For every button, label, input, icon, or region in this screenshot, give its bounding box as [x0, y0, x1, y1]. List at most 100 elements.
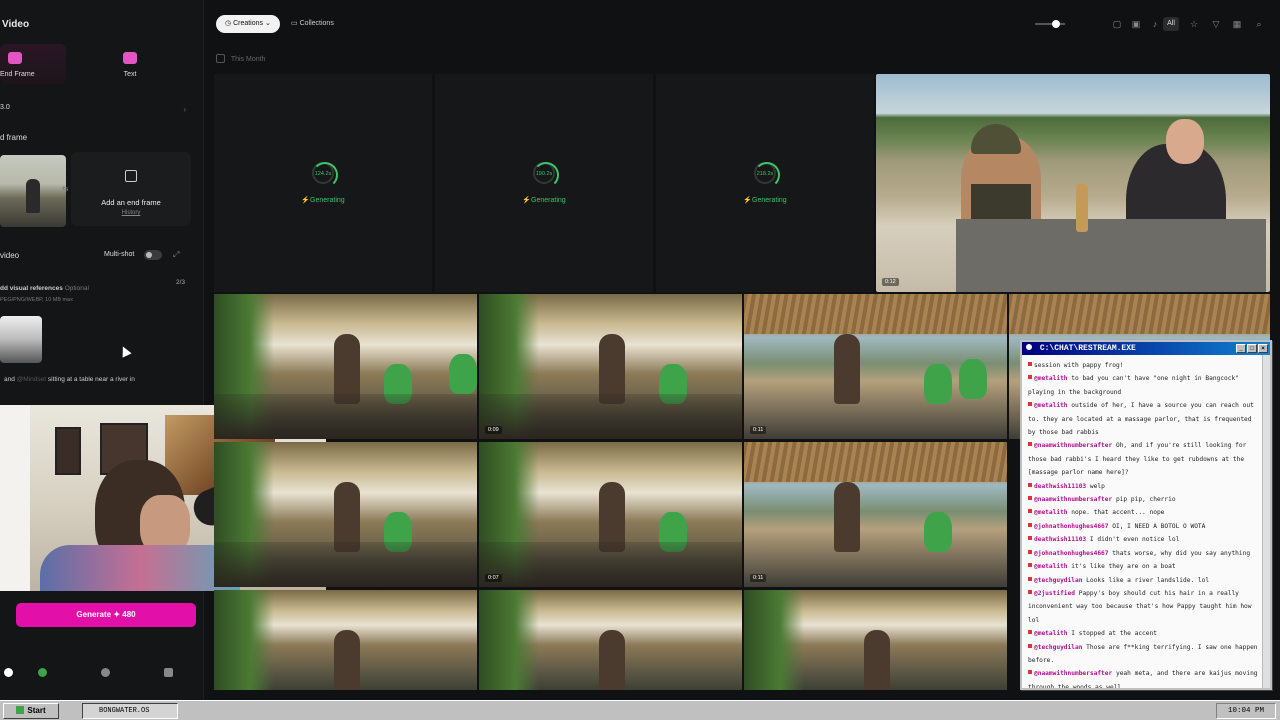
door — [0, 405, 30, 591]
suited-man-head — [1166, 119, 1204, 164]
generate-button[interactable]: Generate ✦ 480 — [16, 603, 196, 627]
elapsed-time: 124.2s — [314, 171, 332, 177]
video-card-hero[interactable]: 0:12 — [876, 74, 1270, 292]
badge-icon — [1028, 563, 1032, 568]
add-end-frame-button[interactable]: Add an end frame History — [71, 152, 191, 226]
video-tile[interactable] — [214, 590, 477, 690]
video-tile[interactable]: 0:09 — [479, 294, 742, 439]
chat-text: I stopped at the accent — [1071, 630, 1157, 638]
badge-icon — [1028, 522, 1032, 527]
image-filter-icon[interactable]: ▢ — [1110, 17, 1124, 31]
chat-message: @metalith nope. that accent... nope — [1028, 506, 1258, 519]
chat-username: @metalith — [1034, 375, 1068, 383]
generating-card[interactable]: 190.2s ⚡Generating — [435, 74, 653, 292]
optional-tag: Optional — [64, 285, 89, 292]
video-filter-icon[interactable]: ▣ — [1129, 17, 1143, 31]
star-icon[interactable]: ☆ — [1187, 17, 1201, 31]
chat-message: deathwish11103 welp — [1028, 480, 1258, 493]
taskbar-item[interactable]: BONGWATER.OS — [82, 703, 178, 719]
taskbar: Start BONGWATER.OS 10:04 PM — [0, 700, 1280, 720]
chat-message: @metalith to bad you can't have "one nig… — [1028, 372, 1258, 399]
folder-icon: ▭ — [291, 20, 298, 27]
start-frame-thumbnail[interactable] — [0, 155, 66, 227]
chat-title-bar[interactable]: C:\CHAT\RESTREAM.EXE _ □ × — [1022, 342, 1270, 355]
start-button[interactable]: Start — [3, 703, 59, 719]
tab-end-frame[interactable]: End Frame — [0, 44, 66, 84]
month-group[interactable]: This Month — [216, 54, 265, 63]
dock-dot[interactable] — [4, 668, 13, 677]
video-tile[interactable]: 0:11 — [744, 294, 1007, 439]
search-icon[interactable]: ⌕ — [1252, 17, 1266, 31]
chat-username: @metalith — [1034, 630, 1068, 638]
chat-username: @naamwithnumbersafter — [1034, 670, 1113, 678]
dock-dot[interactable] — [164, 668, 173, 677]
thatched-roof — [1009, 294, 1270, 334]
generating-card[interactable]: 124.2s ⚡Generating — [214, 74, 432, 292]
status-text: Generating — [752, 197, 787, 204]
duration-badge: 0:07 — [485, 574, 502, 582]
top-bar: ◷ Creations ⌄ ▭ Collections ▢ ▣ ♪ All ☆ … — [205, 0, 1280, 48]
filter-icon[interactable]: ▽ — [1209, 17, 1223, 31]
audio-filter-icon[interactable]: ♪ — [1148, 17, 1162, 31]
filter-all[interactable]: All — [1163, 17, 1179, 31]
chat-message: @techguydilan Looks like a river landsli… — [1028, 574, 1258, 587]
badge-icon — [1028, 670, 1032, 675]
elapsed-time: 190.2s — [535, 171, 553, 177]
text-icon — [123, 52, 137, 64]
zoom-slider[interactable] — [1035, 20, 1065, 28]
chat-username: deathwish11103 — [1034, 536, 1087, 544]
badge-icon — [1028, 509, 1032, 514]
chat-username: @naamwithnumbersafter — [1034, 442, 1113, 450]
status-text: Generating — [531, 197, 566, 204]
chat-text: welp — [1089, 482, 1105, 490]
end-frame-section-label: d frame — [0, 133, 28, 142]
creations-label: Creations — [233, 20, 264, 27]
chat-text: nope. that accent... nope — [1071, 509, 1165, 517]
grid-icon[interactable]: ▦ — [1230, 17, 1244, 31]
chat-message: @techguydilan Those are f**king terrifyi… — [1028, 641, 1258, 668]
refs-format-hint: PEG/PNG/WEBP, 10 MB max — [0, 297, 73, 303]
chat-text: it's like they are on a boat — [1071, 563, 1176, 571]
chat-message: @naamwithnumbersafter Oh, and if you're … — [1028, 439, 1258, 479]
creations-tab[interactable]: ◷ Creations ⌄ — [216, 15, 280, 33]
chat-username: @2justified — [1034, 589, 1075, 597]
generating-card[interactable]: 218.2s ⚡Generating — [656, 74, 874, 292]
video-tile[interactable] — [744, 590, 1007, 690]
badge-icon — [1028, 630, 1032, 635]
generating-status: ⚡Generating — [435, 196, 653, 204]
close-button[interactable]: × — [1258, 344, 1268, 353]
history-link[interactable]: History — [71, 210, 191, 216]
minimize-button[interactable]: _ — [1236, 344, 1246, 353]
maximize-button[interactable]: □ — [1247, 344, 1257, 353]
left-panel: Video End Frame Text 3.0 › d frame ⇆ Add… — [0, 0, 204, 700]
select-month-checkbox[interactable] — [216, 54, 225, 63]
slider-knob[interactable] — [1052, 20, 1060, 28]
person-figure — [26, 179, 40, 213]
chat-message: @metalith outside of her, I have a sourc… — [1028, 399, 1258, 439]
video-tile[interactable] — [214, 442, 477, 587]
duration-badge: 0:09 — [485, 426, 502, 434]
multishot-toggle[interactable] — [144, 250, 162, 260]
collections-tab[interactable]: ▭ Collections — [282, 15, 343, 33]
video-tile[interactable]: 0:11 — [744, 442, 1007, 587]
expand-icon[interactable]: ⤢ — [173, 250, 179, 260]
tab-text[interactable]: Text — [97, 44, 163, 84]
video-tile[interactable]: 0:07 — [479, 442, 742, 587]
plants — [744, 590, 804, 690]
reference-thumbnail[interactable] — [0, 316, 42, 363]
swap-icon[interactable]: ⇆ — [62, 184, 69, 193]
chat-text: session with pappy frog! — [1034, 362, 1124, 369]
video-tile[interactable] — [214, 294, 477, 439]
chat-username: @metalith — [1034, 509, 1068, 517]
frog-costume — [924, 364, 952, 404]
chat-message: @naamwithnumbersafter yeah meta, and the… — [1028, 667, 1258, 688]
video-tile[interactable] — [479, 590, 742, 690]
chat-scrollbar[interactable] — [1262, 355, 1270, 688]
clock-icon: ◷ — [225, 20, 232, 27]
prompt-text[interactable]: and @Mindset sitting at a table near a r… — [4, 376, 135, 383]
chat-window[interactable]: C:\CHAT\RESTREAM.EXE _ □ × session with … — [1020, 340, 1272, 690]
dock-dot[interactable] — [101, 668, 110, 677]
model-selector[interactable]: 3.0 › — [0, 104, 190, 122]
panel-title: Video — [2, 19, 30, 30]
frog-icon[interactable] — [38, 668, 47, 677]
